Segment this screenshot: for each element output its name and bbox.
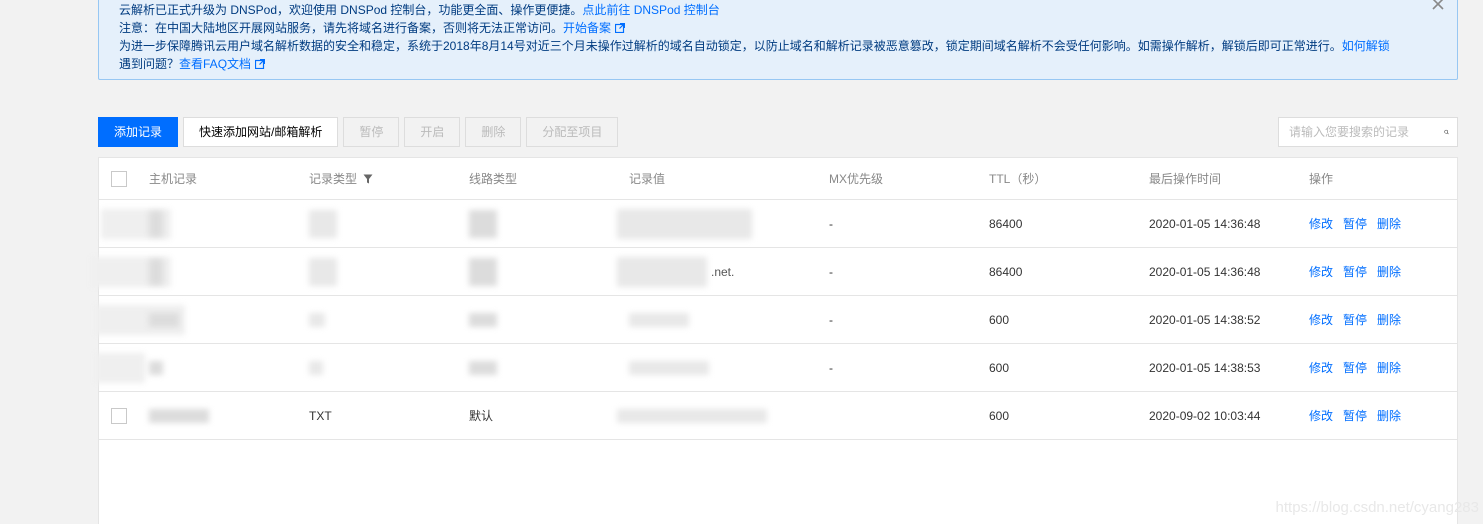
mx-cell: - xyxy=(829,360,833,375)
pause-button[interactable]: 暂停 xyxy=(343,117,400,147)
mx-cell: - xyxy=(829,312,833,327)
edit-link[interactable]: 修改 xyxy=(1309,263,1333,280)
redacted-value xyxy=(629,360,709,375)
notice-line-icp: 注意：在中国大陆地区开展网站服务，请先将域名进行备案，否则将无法正常访问。开始备… xyxy=(119,19,1437,37)
search-box xyxy=(1278,117,1458,147)
notice-problem-text: 遇到问题？ xyxy=(119,57,180,71)
header-ops: 操作 xyxy=(1309,172,1334,186)
pause-link[interactable]: 暂停 xyxy=(1343,311,1367,328)
search-icon[interactable] xyxy=(1444,124,1449,140)
start-icp-link-label: 开始备案 xyxy=(563,21,612,35)
header-type[interactable]: 记录类型 xyxy=(309,158,373,199)
notice-banner: 云解析已正式升级为 DNSPod，欢迎使用 DNSPod 控制台，功能更全面、操… xyxy=(98,0,1458,80)
redacted-value xyxy=(629,312,689,327)
header-value: 记录值 xyxy=(629,172,666,186)
redacted-host xyxy=(149,408,209,423)
ttl-cell: 86400 xyxy=(989,216,1023,231)
watermark: https://blog.csdn.net/cyang283 xyxy=(1275,499,1479,516)
header-line: 线路类型 xyxy=(469,172,518,186)
pause-link[interactable]: 暂停 xyxy=(1343,359,1367,376)
start-icp-link[interactable]: 开始备案 xyxy=(563,21,626,35)
notice-upgrade-text: 云解析已正式升级为 DNSPod，欢迎使用 DNSPod 控制台，功能更全面、操… xyxy=(119,3,583,17)
delete-button[interactable]: 删除 xyxy=(465,117,522,147)
header-time: 最后操作时间 xyxy=(1149,172,1222,186)
enable-button[interactable]: 开启 xyxy=(404,117,461,147)
redacted-type xyxy=(309,312,325,327)
redacted-line xyxy=(469,360,497,375)
records-table: 主机记录 记录类型 线路类型 记录值 MX优先级 TTL（秒） 最后操作时间 操… xyxy=(91,157,1458,524)
notice-icp-text: 注意：在中国大陆地区开展网站服务，请先将域名进行备案，否则将无法正常访问。 xyxy=(119,21,564,35)
delete-link[interactable]: 删除 xyxy=(1377,407,1401,424)
filter-icon[interactable] xyxy=(363,174,373,184)
ttl-cell: 600 xyxy=(989,408,1010,423)
notice-line-upgrade: 云解析已正式升级为 DNSPod，欢迎使用 DNSPod 控制台，功能更全面、操… xyxy=(119,1,1437,19)
edit-link[interactable]: 修改 xyxy=(1309,359,1333,376)
delete-link[interactable]: 删除 xyxy=(1377,263,1401,280)
select-all-checkbox[interactable] xyxy=(111,170,127,187)
table-header: 主机记录 记录类型 线路类型 记录值 MX优先级 TTL（秒） 最后操作时间 操… xyxy=(99,158,1457,200)
quick-add-button[interactable]: 快速添加网站/邮箱解析 xyxy=(183,117,339,147)
pause-link[interactable]: 暂停 xyxy=(1343,263,1367,280)
redacted-line xyxy=(469,312,497,327)
notice-lock-text: 为进一步保障腾讯云用户域名解析数据的安全和稳定，系统于2018年8月14号对近三… xyxy=(119,39,1342,53)
dnspod-console-link[interactable]: 点此前往 DNSPod 控制台 xyxy=(582,3,719,17)
edit-link[interactable]: 修改 xyxy=(1309,311,1333,328)
redacted-value xyxy=(617,256,707,287)
header-type-label: 记录类型 xyxy=(309,172,358,186)
redacted-line xyxy=(469,257,497,286)
external-link-icon xyxy=(615,23,626,33)
ttl-cell: 600 xyxy=(989,360,1010,375)
table-row: .net. - 86400 2020-01-05 14:36:48 修改 暂停 … xyxy=(91,248,1457,296)
how-to-unlock-link[interactable]: 如何解锁 xyxy=(1342,39,1390,53)
redacted-host xyxy=(149,360,163,375)
redacted-type xyxy=(309,209,337,238)
time-cell: 2020-01-05 14:36:48 xyxy=(1149,264,1261,279)
header-mx: MX优先级 xyxy=(829,172,884,186)
time-cell: 2020-01-05 14:38:53 xyxy=(1149,360,1261,375)
mx-cell: - xyxy=(829,264,833,279)
external-link-icon xyxy=(255,59,266,69)
redacted-line xyxy=(469,209,497,238)
pause-link[interactable]: 暂停 xyxy=(1343,407,1367,424)
table-row: TXT 默认 600 2020-09-02 10:03:44 修改 暂停 删除 xyxy=(99,392,1457,440)
edit-link[interactable]: 修改 xyxy=(1309,407,1333,424)
delete-link[interactable]: 删除 xyxy=(1377,215,1401,232)
redacted-value xyxy=(617,208,752,239)
time-cell: 2020-01-05 14:36:48 xyxy=(1149,216,1261,231)
add-record-button[interactable]: 添加记录 xyxy=(98,117,178,147)
mx-cell: - xyxy=(829,216,833,231)
faq-doc-link-label: 查看FAQ文档 xyxy=(179,57,252,71)
redacted-type xyxy=(309,360,323,375)
redacted-host xyxy=(149,258,163,285)
notice-line-lock: 为进一步保障腾讯云用户域名解析数据的安全和稳定，系统于2018年8月14号对近三… xyxy=(119,37,1437,73)
pause-link[interactable]: 暂停 xyxy=(1343,215,1367,232)
header-host: 主机记录 xyxy=(149,172,198,186)
table-row: - 600 2020-01-05 14:38:52 修改 暂停 删除 xyxy=(95,296,1457,344)
search-input[interactable] xyxy=(1279,118,1444,146)
redacted-host xyxy=(149,210,163,237)
redacted-host xyxy=(95,352,145,383)
table-row: - 600 2020-01-05 14:38:53 修改 暂停 删除 xyxy=(95,344,1457,392)
time-cell: 2020-09-02 10:03:44 xyxy=(1149,408,1261,423)
table-row: - 86400 2020-01-05 14:36:48 修改 暂停 删除 xyxy=(99,200,1457,248)
faq-doc-link[interactable]: 查看FAQ文档 xyxy=(179,57,266,71)
delete-link[interactable]: 删除 xyxy=(1377,359,1401,376)
assign-project-button[interactable]: 分配至项目 xyxy=(526,117,619,147)
ttl-cell: 600 xyxy=(989,312,1010,327)
redacted-value xyxy=(617,408,767,423)
edit-link[interactable]: 修改 xyxy=(1309,215,1333,232)
delete-link[interactable]: 删除 xyxy=(1377,311,1401,328)
redacted-host xyxy=(149,312,179,327)
ttl-cell: 86400 xyxy=(989,264,1023,279)
type-cell: TXT xyxy=(309,408,332,423)
row-checkbox[interactable] xyxy=(111,407,127,424)
toolbar: 添加记录 快速添加网站/邮箱解析 暂停 开启 删除 分配至项目 xyxy=(98,117,619,147)
close-icon[interactable] xyxy=(1431,0,1445,11)
header-ttl: TTL（秒） xyxy=(989,172,1047,186)
time-cell: 2020-01-05 14:38:52 xyxy=(1149,312,1261,327)
line-cell: 默认 xyxy=(469,409,494,423)
value-cell: .net. xyxy=(711,264,735,279)
redacted-type xyxy=(309,257,337,286)
